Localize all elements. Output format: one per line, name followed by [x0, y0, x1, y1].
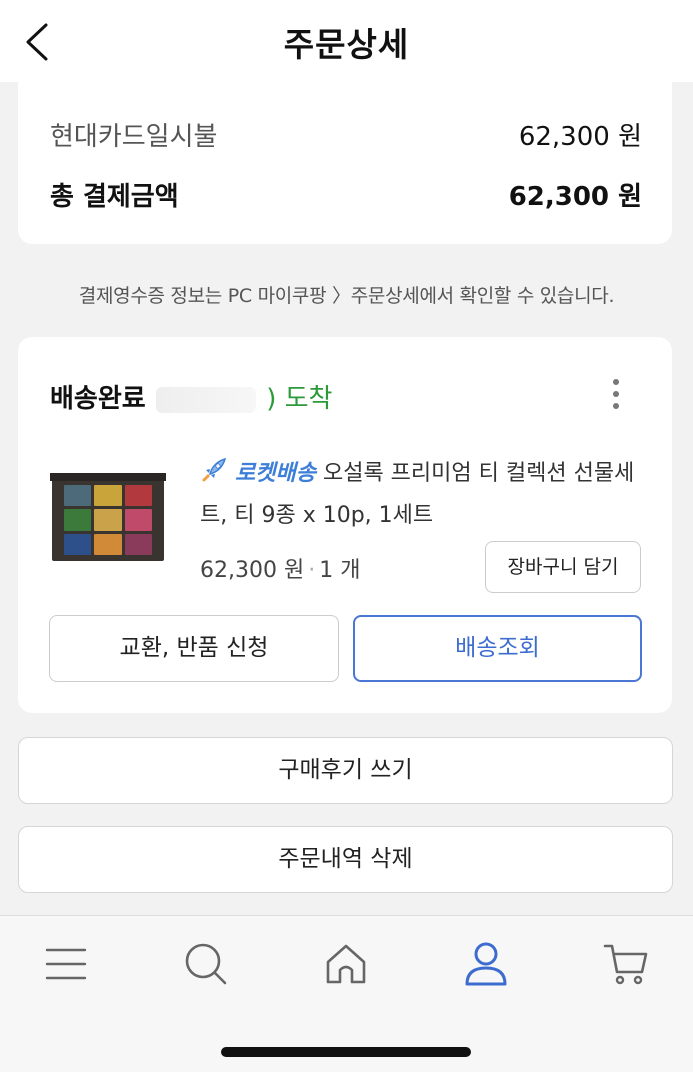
tea-sachet	[94, 485, 122, 507]
tea-sachet	[124, 509, 152, 531]
bottom-tab-bar	[0, 915, 693, 1072]
total-payment-label: 총 결제금액	[50, 182, 179, 212]
separator-dot: ·	[308, 558, 316, 583]
menu-icon	[45, 948, 87, 980]
blurred-delivery-date	[155, 386, 256, 413]
more-vertical-icon	[613, 379, 619, 385]
add-to-cart-button[interactable]: 장바구니 담기	[485, 541, 641, 593]
tab-search[interactable]	[182, 940, 230, 988]
tea-sachet	[124, 533, 152, 555]
exchange-return-button[interactable]: 교환, 반품 신청	[49, 615, 339, 682]
receipt-notice: 결제영수증 정보는 PC 마이쿠팡 〉주문상세에서 확인할 수 있습니다.	[78, 285, 615, 307]
box-lid	[50, 473, 166, 481]
home-icon	[326, 944, 366, 984]
home-indicator	[221, 1047, 471, 1057]
more-dot	[613, 391, 619, 397]
product-info[interactable]: 로켓배송 오설록 프리미엄 티 컬렉션 선물세트, 티 9종 x 10p, 1세…	[200, 453, 650, 537]
tea-sachet	[64, 509, 92, 531]
price-quantity: 62,300 원 · 1 개	[200, 552, 360, 584]
delivery-status: 배송완료 ) 도착	[50, 378, 332, 415]
tea-sachet	[94, 509, 122, 531]
cart-icon	[603, 944, 648, 985]
tea-sachet	[64, 533, 92, 555]
delivery-status-label: 배송완료	[50, 384, 146, 414]
my-page-icon	[465, 942, 507, 986]
order-item-card: 배송완료 ) 도착 로켓배송 오설록 프리미엄 티 컬렉션 선물세트, 티 9종…	[18, 337, 672, 713]
total-payment-amount: 62,300 원	[508, 182, 642, 212]
tab-my-page[interactable]	[462, 940, 510, 988]
tab-cart[interactable]	[602, 940, 650, 988]
rocket-icon	[202, 457, 227, 482]
search-icon	[185, 943, 227, 985]
track-delivery-button[interactable]: 배송조회	[353, 615, 642, 682]
more-dot	[613, 403, 619, 409]
payment-method-amount: 62,300 원	[518, 122, 642, 152]
payment-method-label: 현대카드일시불	[50, 122, 218, 152]
tea-sachet	[64, 485, 92, 507]
tab-home[interactable]	[322, 940, 370, 988]
more-options-button[interactable]	[606, 379, 626, 413]
tea-grid	[64, 485, 152, 555]
tab-menu[interactable]	[42, 940, 90, 988]
page-title: 주문상세	[283, 25, 410, 64]
product-thumbnail[interactable]	[50, 473, 166, 561]
tea-sachet	[124, 485, 152, 507]
product-quantity: 1 개	[319, 558, 361, 583]
payment-summary-card: 현대카드일시불 62,300 원 총 결제금액 62,300 원	[18, 70, 672, 244]
product-price: 62,300 원	[200, 558, 305, 583]
delete-order-button[interactable]: 주문내역 삭제	[18, 826, 673, 893]
arrival-label: ) 도착	[266, 384, 333, 414]
write-review-button[interactable]: 구매후기 쓰기	[18, 737, 673, 804]
tea-sachet	[94, 533, 122, 555]
rocket-delivery-label: 로켓배송	[235, 461, 316, 486]
